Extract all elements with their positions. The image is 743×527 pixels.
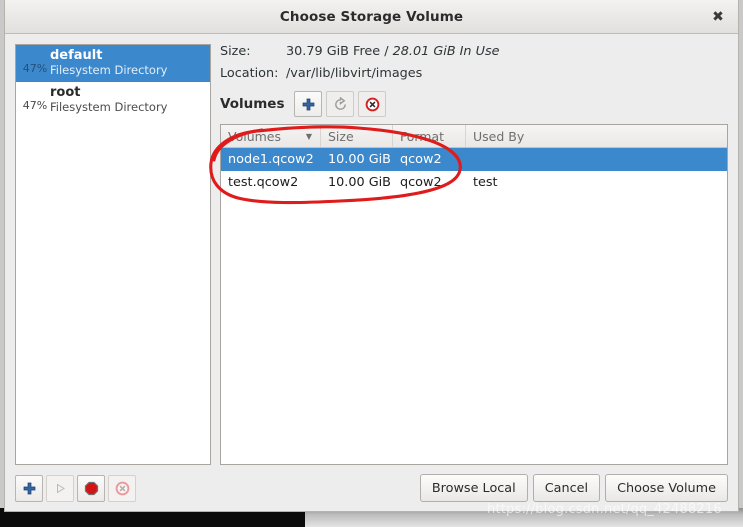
plus-icon <box>302 98 315 110</box>
cell-volume-name: node1.qcow2 <box>228 152 314 167</box>
volumes-table-header: Volumes ▼ Size Format Used By <box>221 125 727 148</box>
table-row[interactable]: test.qcow2 10.00 GiB qcow2 test <box>221 171 727 194</box>
refresh-icon <box>335 96 346 110</box>
pool-usage-percent: 47% <box>22 62 48 75</box>
cell-volume-size: 10.00 GiB <box>328 152 391 167</box>
location-label: Location: <box>220 66 279 81</box>
title-bar: Choose Storage Volume ✖ <box>5 0 738 34</box>
delete-circle-icon <box>365 97 380 111</box>
pool-usage-percent: 47% <box>22 99 48 112</box>
play-icon <box>56 483 65 493</box>
sort-descending-icon: ▼ <box>305 131 312 141</box>
volumes-section-title: Volumes <box>220 96 285 112</box>
stop-pool-button[interactable] <box>77 474 105 502</box>
add-volume-button[interactable] <box>294 91 323 117</box>
pool-name: root <box>50 85 81 101</box>
size-inuse-text: 28.01 GiB In Use <box>392 44 500 59</box>
cancel-button[interactable]: Cancel <box>532 474 601 502</box>
cell-volume-format: qcow2 <box>400 175 442 190</box>
column-header-volumes[interactable]: Volumes ▼ <box>221 125 321 147</box>
pool-detail-panel: Size: 30.79 GiB Free / 28.01 GiB In Use … <box>220 44 728 465</box>
browse-local-button[interactable]: Browse Local <box>419 474 528 502</box>
size-value: 30.79 GiB Free / 28.01 GiB In Use <box>286 44 500 59</box>
size-free-text: 30.79 GiB Free / <box>286 44 389 59</box>
choose-storage-volume-dialog: Choose Storage Volume ✖ 47% default File… <box>4 0 739 512</box>
column-label: Volumes <box>228 128 282 144</box>
choose-volume-button[interactable]: Choose Volume <box>605 474 728 502</box>
pool-name: default <box>50 48 103 64</box>
delete-volume-button[interactable] <box>358 91 387 117</box>
table-row[interactable]: node1.qcow2 10.00 GiB qcow2 <box>221 148 727 171</box>
cell-volume-used-by: test <box>473 175 498 190</box>
column-header-size[interactable]: Size <box>321 125 393 147</box>
pool-type: Filesystem Directory <box>50 62 168 77</box>
pool-list-item-root[interactable]: 47% root Filesystem Directory <box>16 82 210 119</box>
size-label: Size: <box>220 44 251 59</box>
page-title: Choose Storage Volume <box>279 8 464 25</box>
refresh-volumes-button[interactable] <box>326 91 355 117</box>
column-header-format[interactable]: Format <box>393 125 466 147</box>
volumes-toolbar: Volumes <box>220 91 728 117</box>
location-info-row: Location: /var/lib/libvirt/images <box>220 66 728 81</box>
pool-type: Filesystem Directory <box>50 99 168 114</box>
desktop-background: Choose Storage Volume ✖ 47% default File… <box>0 0 743 527</box>
pool-list-item-default[interactable]: 47% default Filesystem Directory <box>16 45 210 82</box>
volumes-table[interactable]: Volumes ▼ Size Format Used By node1.qcow… <box>220 124 728 465</box>
location-value: /var/lib/libvirt/images <box>286 66 423 81</box>
stop-icon <box>84 481 98 495</box>
cell-volume-format: qcow2 <box>400 152 442 167</box>
cell-volume-size: 10.00 GiB <box>328 175 391 190</box>
delete-pool-button[interactable] <box>108 474 136 502</box>
size-info-row: Size: 30.79 GiB Free / 28.01 GiB In Use <box>220 44 728 59</box>
start-pool-button[interactable] <box>46 474 74 502</box>
storage-pool-list[interactable]: 47% default Filesystem Directory 47% roo… <box>15 44 211 465</box>
dialog-content: 47% default Filesystem Directory 47% roo… <box>5 34 738 465</box>
delete-circle-icon <box>115 481 129 495</box>
dialog-buttons: Browse Local Cancel Choose Volume <box>419 474 728 502</box>
plus-icon <box>23 482 35 494</box>
add-pool-button[interactable] <box>15 474 43 502</box>
dialog-footer: Browse Local Cancel Choose Volume <box>5 465 738 511</box>
column-header-used-by[interactable]: Used By <box>466 125 727 147</box>
pool-action-buttons <box>15 474 139 502</box>
close-icon[interactable]: ✖ <box>708 7 728 27</box>
cell-volume-name: test.qcow2 <box>228 175 299 190</box>
